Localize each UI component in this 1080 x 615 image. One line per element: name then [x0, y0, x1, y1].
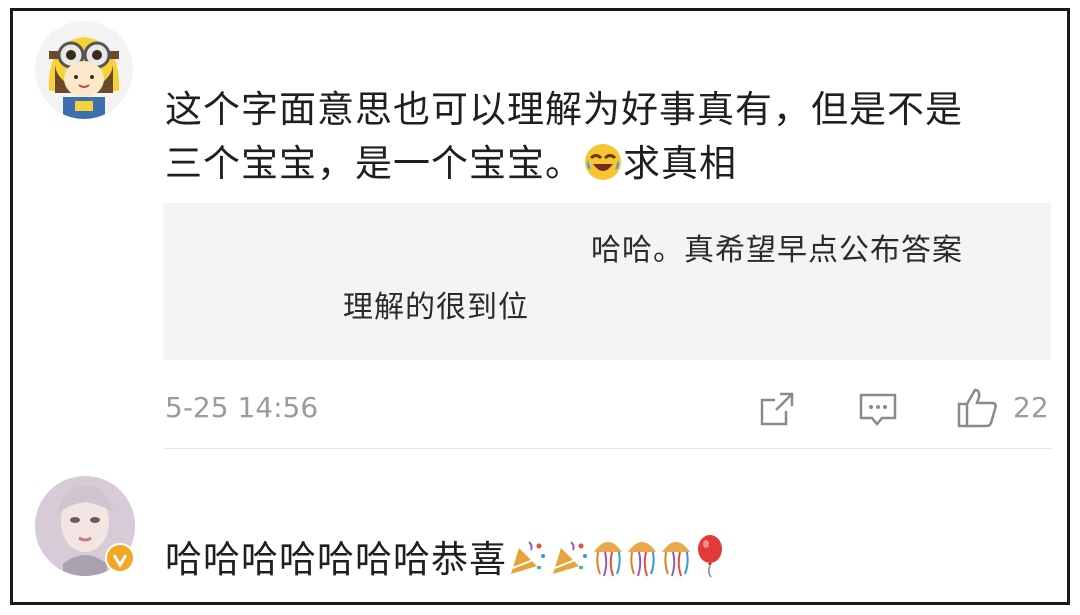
comment-line-text: 求真相	[623, 142, 737, 185]
jellyfish-icon	[591, 536, 625, 593]
comment-list: 这个字面意思也可以理解为好事真有，但是不是 三个宝宝，是一个宝宝。 求真相 哈哈。…	[10, 8, 1070, 605]
party-popper-icon	[549, 538, 591, 593]
comment-line: 这个字面意思也可以理解为好事真有，但是不是	[165, 88, 963, 131]
reply-preview[interactable]: 哈哈。真希望早点公布答案 理解的很到位	[163, 203, 1051, 360]
party-popper-icon	[507, 538, 549, 593]
comment-icon[interactable]	[858, 391, 898, 433]
cartoon-avatar-icon	[35, 21, 133, 119]
reply-line: 哈哈。真希望早点公布答案	[591, 233, 963, 268]
comment-line-text: 三个宝宝，是一个宝宝。	[165, 142, 583, 185]
comment-text: 这个字面意思也可以理解为好事真有，但是不是 三个宝宝，是一个宝宝。 求真相	[165, 83, 963, 197]
timestamp: 5-25 14:56	[165, 391, 319, 424]
avatar[interactable]	[35, 21, 133, 119]
jellyfish-icon	[625, 536, 659, 593]
divider	[163, 448, 1053, 449]
laughing-crying-emoji-icon	[583, 142, 623, 197]
comment-text: 哈哈哈哈哈哈哈恭喜	[165, 533, 727, 593]
verified-badge-icon	[105, 543, 135, 573]
comment-line: 三个宝宝，是一个宝宝。 求真相	[165, 137, 963, 197]
like-count: 22	[1013, 391, 1049, 424]
balloon-icon	[693, 534, 727, 593]
like-icon[interactable]	[955, 387, 999, 433]
share-icon[interactable]	[758, 391, 796, 431]
jellyfish-icon	[659, 536, 693, 593]
reply-line: 理解的很到位	[343, 290, 529, 325]
comment-line-text: 哈哈哈哈哈哈哈恭喜	[165, 538, 507, 581]
